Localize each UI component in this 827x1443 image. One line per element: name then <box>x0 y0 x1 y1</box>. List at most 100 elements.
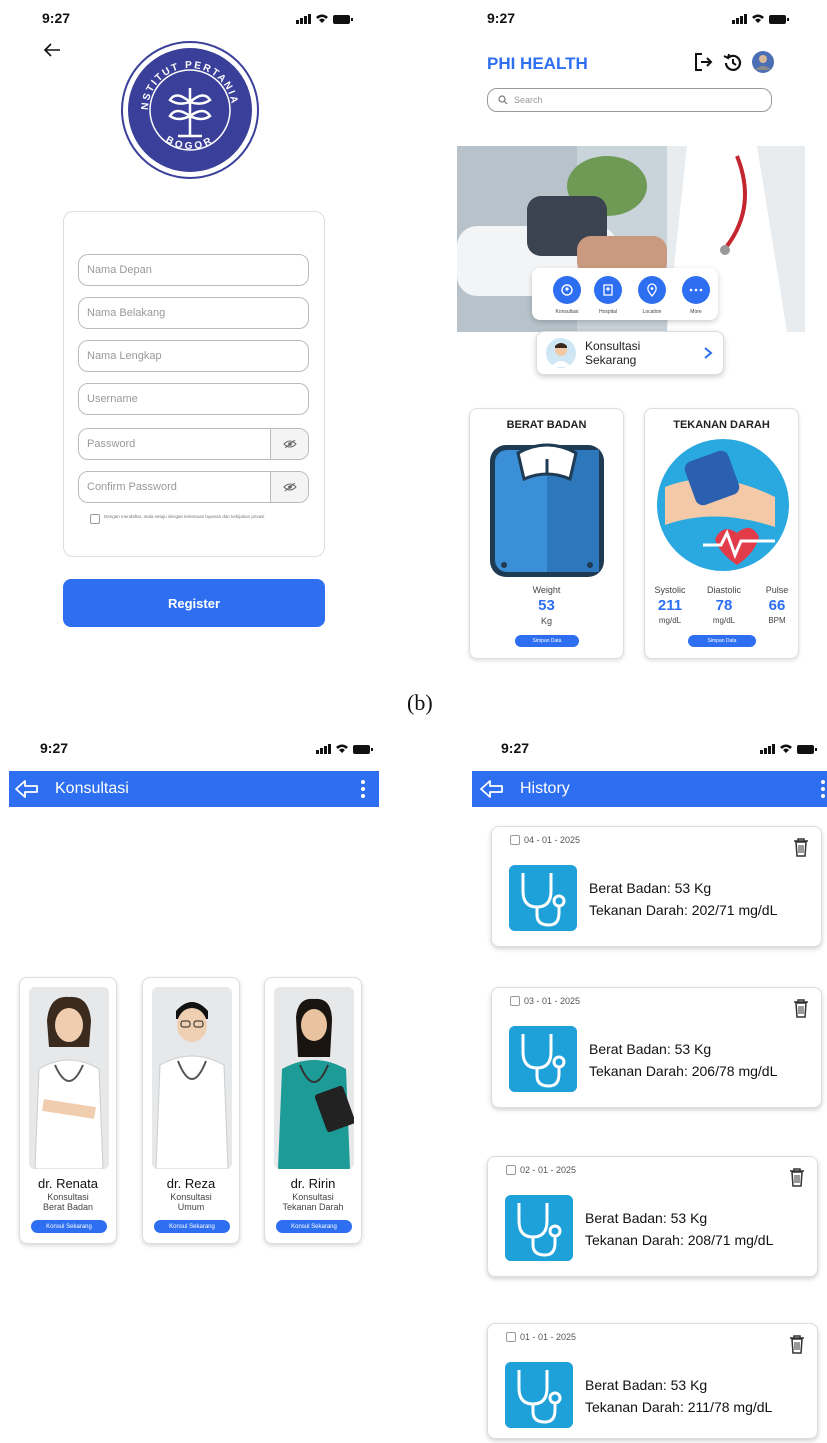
history-blood-pressure: Tekanan Darah: 202/71 mg/dL <box>589 902 778 918</box>
terms-checkbox[interactable] <box>90 514 100 524</box>
history-blood-pressure: Tekanan Darah: 208/71 mg/dL <box>585 1232 774 1248</box>
pulse-unit: BPM <box>768 616 786 625</box>
status-icons <box>296 12 353 24</box>
history-weight: Berat Badan: 53 Kg <box>585 1210 708 1226</box>
last-name-input[interactable]: Nama Belakang <box>78 297 309 329</box>
full-name-input[interactable]: Nama Lengkap <box>78 340 309 372</box>
wifi-icon <box>336 744 348 753</box>
consultation-app-bar: Konsultasi <box>9 771 379 807</box>
weight-value: 53 <box>538 597 555 614</box>
battery-icon <box>353 745 373 754</box>
signal-icon <box>296 14 311 24</box>
doctor-role: Konsultasi <box>170 1192 212 1202</box>
history-item-checkbox[interactable] <box>506 1165 516 1175</box>
hide-confirm-password-toggle[interactable] <box>270 472 308 502</box>
systolic-unit: mg/dL <box>658 616 682 625</box>
more-dots-icon <box>689 288 703 292</box>
signal-icon <box>760 744 775 754</box>
scale-icon <box>490 443 604 577</box>
consult-now-label: Konsultasi Sekarang <box>584 339 641 367</box>
doctor-specialty: Umum <box>177 1202 205 1212</box>
wifi-icon <box>752 14 764 23</box>
category-label: Hospital <box>598 309 618 315</box>
doctor-card: dr. Renata Konsultasi Berat Badan Konsul… <box>19 977 117 1244</box>
more-vert-icon[interactable] <box>821 780 825 798</box>
stethoscope-icon <box>509 865 577 931</box>
diastolic-label: Diastolic <box>706 585 741 595</box>
history-date-row: 04 - 01 - 2025 <box>510 835 580 845</box>
wifi-icon <box>780 744 792 753</box>
register-button[interactable]: Register <box>63 579 325 627</box>
avatar[interactable] <box>751 50 775 74</box>
signal-icon <box>316 744 331 754</box>
trash-icon[interactable] <box>793 998 809 1018</box>
status-icons <box>732 12 789 24</box>
bp-card-title: TEKANAN DARAH <box>673 419 770 431</box>
figure-caption: (b) <box>407 690 433 715</box>
history-item[interactable]: 04 - 01 - 2025 Berat Badan: 53 Kg Tekana… <box>491 826 822 947</box>
history-date: 04 - 01 - 2025 <box>524 835 581 845</box>
location-category-button[interactable] <box>638 276 666 304</box>
password-placeholder: Password <box>87 438 136 450</box>
history-date-row: 02 - 01 - 2025 <box>506 1165 576 1175</box>
trash-icon[interactable] <box>789 1167 805 1187</box>
history-blood-pressure: Tekanan Darah: 206/78 mg/dL <box>589 1063 778 1079</box>
history-date: 01 - 01 - 2025 <box>520 1332 577 1342</box>
history-item[interactable]: 03 - 01 - 2025 Berat Badan: 53 Kg Tekana… <box>491 987 822 1108</box>
trash-icon[interactable] <box>793 837 809 857</box>
doctor-card: dr. Ririn Konsultasi Tekanan Darah Konsu… <box>264 977 362 1244</box>
back-arrow-icon[interactable] <box>42 42 62 58</box>
doctor-photo <box>152 987 232 1169</box>
username-input[interactable]: Username <box>78 383 309 415</box>
username-placeholder: Username <box>87 393 138 405</box>
doctor-name: dr. Ririn <box>290 1176 336 1191</box>
history-item-checkbox[interactable] <box>510 996 520 1006</box>
save-bp-button[interactable]: Simpan Data <box>688 635 756 647</box>
systolic-value: 211 <box>657 597 683 614</box>
consult-now-button[interactable]: Konsul Sekarang <box>276 1220 352 1233</box>
trash-icon[interactable] <box>789 1334 805 1354</box>
consult-now-banner[interactable]: Konsultasi Sekarang <box>536 331 724 375</box>
battery-icon <box>333 15 353 24</box>
search-input[interactable]: Search <box>487 88 772 112</box>
diastolic-unit: mg/dL <box>712 616 736 625</box>
history-item-checkbox[interactable] <box>510 835 520 845</box>
app-brand: PHI HEALTH <box>487 54 588 73</box>
consult-now-button[interactable]: Konsul Sekarang <box>154 1220 230 1233</box>
consultation-category-button[interactable] <box>553 276 581 304</box>
hospital-category-button[interactable] <box>594 276 622 304</box>
category-label: Konsultasi <box>555 309 579 315</box>
doctor-card: dr. Reza Konsultasi Umum Konsul Sekarang <box>142 977 240 1244</box>
password-input[interactable]: Password <box>78 428 309 460</box>
logout-icon[interactable] <box>694 52 714 72</box>
weight-label: Weight <box>532 585 561 595</box>
stethoscope-icon <box>505 1362 573 1428</box>
status-time: 9:27 <box>40 740 69 756</box>
doctor-avatar-icon <box>545 338 576 368</box>
weight-unit: Kg <box>540 616 552 626</box>
confirm-password-input[interactable]: Confirm Password <box>78 471 309 503</box>
history-item-checkbox[interactable] <box>506 1332 516 1342</box>
hospital-icon <box>603 284 613 296</box>
back-arrow-icon[interactable] <box>478 779 506 799</box>
history-icon[interactable] <box>722 52 744 74</box>
systolic-label: Systolic <box>654 585 686 595</box>
history-item[interactable]: 02 - 01 - 2025 Berat Badan: 53 Kg Tekana… <box>487 1156 818 1277</box>
chevron-right-icon <box>704 347 713 359</box>
first-name-input[interactable]: Nama Depan <box>78 254 309 286</box>
search-placeholder: Search <box>514 95 543 105</box>
weight-card: BERAT BADAN Weight 53 Kg Simpan Data <box>469 408 624 659</box>
doctor-role: Konsultasi <box>292 1192 334 1202</box>
history-blood-pressure: Tekanan Darah: 211/78 mg/dL <box>585 1399 773 1415</box>
save-weight-button[interactable]: Simpan Data <box>515 635 579 647</box>
consultation-title: Konsultasi <box>55 780 129 797</box>
category-label: More <box>690 309 702 315</box>
more-vert-icon[interactable] <box>361 780 365 798</box>
consult-now-button[interactable]: Konsul Sekarang <box>31 1220 107 1233</box>
category-label: Location <box>642 309 662 315</box>
back-arrow-icon[interactable] <box>13 779 41 799</box>
hide-password-toggle[interactable] <box>270 429 308 459</box>
history-item[interactable]: 01 - 01 - 2025 Berat Badan: 53 Kg Tekana… <box>487 1323 818 1439</box>
more-category-button[interactable] <box>682 276 710 304</box>
doctor-specialty: Tekanan Darah <box>282 1202 344 1212</box>
